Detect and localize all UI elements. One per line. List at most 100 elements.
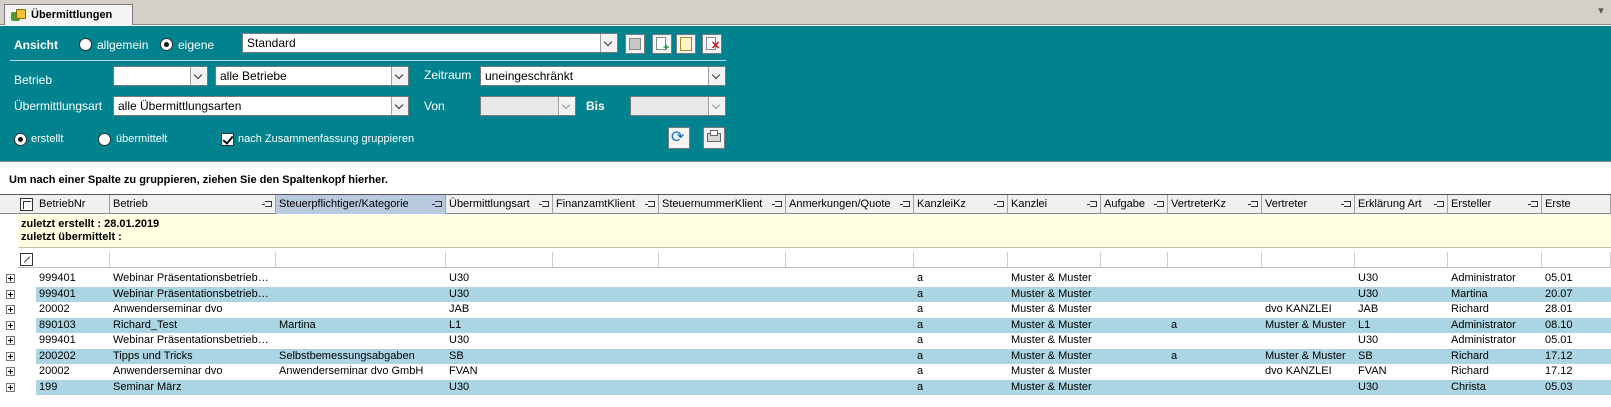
radio-erstellt[interactable] bbox=[14, 133, 27, 146]
view-select[interactable]: Standard bbox=[242, 33, 618, 53]
column-header[interactable]: SteuernummerKlient bbox=[659, 195, 786, 214]
column-header[interactable]: Übermittlungsart bbox=[446, 195, 553, 214]
pin-icon[interactable] bbox=[1528, 201, 1538, 207]
table-row[interactable]: 200202 Tipps und Tricks Selbstbemessungsab… bbox=[0, 348, 1611, 364]
betrieb-code-select[interactable] bbox=[113, 66, 208, 86]
table-row[interactable]: 999401 Webinar Präsentationsbetrieb… U30 a M… bbox=[0, 333, 1611, 349]
table-row[interactable]: 999401 Webinar Präsentationsbetrieb… U30 a M… bbox=[0, 271, 1611, 287]
von-date-select[interactable] bbox=[480, 96, 576, 116]
filter-cell[interactable] bbox=[914, 252, 1008, 267]
filter-cell[interactable] bbox=[1448, 252, 1542, 267]
filter-cell[interactable] bbox=[553, 252, 659, 267]
filter-cell[interactable] bbox=[110, 252, 276, 267]
filter-cell[interactable] bbox=[659, 252, 786, 267]
radio-allgemein-label[interactable]: allgemein bbox=[97, 38, 148, 52]
refresh-icon: ⟳ bbox=[671, 129, 685, 146]
save-view-button[interactable] bbox=[625, 34, 645, 54]
table-row[interactable]: 199 Seminar März U30 a Muster & Muster U30 Chr… bbox=[0, 379, 1611, 395]
radio-uebermittelt-label[interactable]: übermittelt bbox=[116, 133, 167, 145]
expand-icon[interactable] bbox=[6, 289, 15, 299]
group-by-area[interactable]: Um nach einer Spalte zu gruppieren, zieh… bbox=[0, 161, 1611, 194]
column-header[interactable]: Steuerpflichtiger/Kategorie bbox=[276, 195, 446, 214]
column-chooser-icon[interactable] bbox=[20, 198, 33, 211]
column-header[interactable]: Aufgabe bbox=[1101, 195, 1168, 214]
print-button[interactable] bbox=[703, 127, 725, 149]
chevron-down-icon[interactable] bbox=[391, 97, 408, 115]
gruppieren-checkbox[interactable] bbox=[221, 133, 234, 146]
expand-icon[interactable] bbox=[6, 305, 15, 314]
column-header[interactable]: KanzleiKz bbox=[914, 195, 1008, 214]
column-header[interactable]: Kanzlei bbox=[1008, 195, 1101, 214]
pin-icon[interactable] bbox=[1154, 201, 1164, 207]
filter-cell[interactable] bbox=[1355, 252, 1448, 267]
table-cell bbox=[553, 287, 659, 302]
expand-icon[interactable] bbox=[6, 336, 15, 345]
radio-allgemein[interactable] bbox=[79, 38, 92, 51]
expand-icon[interactable] bbox=[6, 274, 15, 283]
filter-cell[interactable] bbox=[1542, 252, 1611, 267]
filter-cell[interactable] bbox=[786, 252, 914, 267]
expand-icon[interactable] bbox=[6, 367, 15, 376]
new-view-button[interactable]: + bbox=[652, 34, 672, 54]
table-cell bbox=[553, 349, 659, 364]
uebermittlungsart-select[interactable]: alle Übermittlungsarten bbox=[113, 96, 409, 116]
pin-icon[interactable] bbox=[1248, 201, 1258, 207]
table-row[interactable]: 890103 Richard_Test Martina L1 a Muster & Mus… bbox=[0, 317, 1611, 333]
column-header[interactable]: BetriebNr bbox=[36, 195, 110, 214]
table-row[interactable]: 20002 Anwenderseminar dvo JAB a Muster & Mus… bbox=[0, 302, 1611, 318]
pin-icon[interactable] bbox=[262, 201, 272, 207]
radio-erstellt-label[interactable]: erstellt bbox=[31, 133, 63, 145]
expand-icon[interactable] bbox=[6, 320, 15, 330]
refresh-button[interactable]: ⟳ bbox=[668, 127, 690, 149]
tab-uebermittlungen[interactable]: Übermittlungen bbox=[4, 4, 133, 25]
chevron-down-icon[interactable] bbox=[708, 97, 725, 115]
tab-strip: Übermittlungen ▾ bbox=[0, 0, 1611, 25]
chevron-down-icon[interactable] bbox=[708, 67, 725, 85]
filter-cell[interactable] bbox=[276, 252, 446, 267]
column-header[interactable]: Erste bbox=[1542, 195, 1611, 214]
filter-cell[interactable] bbox=[1008, 252, 1101, 267]
pin-icon[interactable] bbox=[1087, 201, 1097, 207]
filter-cell[interactable] bbox=[446, 252, 553, 267]
column-header[interactable]: Vertreter bbox=[1262, 195, 1355, 214]
copy-view-button[interactable] bbox=[676, 34, 696, 54]
table-cell bbox=[1101, 318, 1168, 333]
chevron-down-icon[interactable] bbox=[190, 67, 207, 85]
filter-cell[interactable] bbox=[36, 252, 110, 267]
filter-row[interactable] bbox=[18, 252, 1611, 268]
pin-icon[interactable] bbox=[772, 201, 782, 207]
column-header[interactable]: VertreterKz bbox=[1168, 195, 1262, 214]
pin-icon[interactable] bbox=[994, 201, 1004, 207]
table-row[interactable]: 20002 Anwenderseminar dvo Anwenderseminar … bbox=[0, 364, 1611, 380]
filter-cell[interactable] bbox=[1262, 252, 1355, 267]
table-cell bbox=[1168, 287, 1262, 302]
column-header[interactable]: Betrieb bbox=[110, 195, 276, 214]
column-header[interactable]: Anmerkungen/Quote bbox=[786, 195, 914, 214]
chevron-down-icon[interactable] bbox=[600, 34, 617, 52]
pin-icon[interactable] bbox=[645, 201, 655, 207]
bis-date-select[interactable] bbox=[630, 96, 726, 116]
chevron-down-icon[interactable] bbox=[391, 67, 408, 85]
column-header[interactable]: FinanzamtKlient bbox=[553, 195, 659, 214]
pin-icon[interactable] bbox=[900, 201, 910, 207]
radio-eigene-label[interactable]: eigene bbox=[178, 38, 214, 52]
close-icon[interactable]: ▾ bbox=[1595, 5, 1607, 17]
table-row[interactable]: 999401 Webinar Präsentationsbetrieb… U30 a M… bbox=[0, 286, 1611, 302]
delete-view-button[interactable]: ✕ bbox=[702, 34, 722, 54]
radio-uebermittelt[interactable] bbox=[98, 133, 111, 146]
pin-icon[interactable] bbox=[539, 201, 549, 207]
chevron-down-icon[interactable] bbox=[558, 97, 575, 115]
betrieb-select[interactable]: alle Betriebe bbox=[215, 66, 409, 86]
filter-cell[interactable] bbox=[1101, 252, 1168, 267]
column-header[interactable]: Erklärung Art bbox=[1355, 195, 1448, 214]
pin-icon[interactable] bbox=[432, 201, 442, 207]
pin-icon[interactable] bbox=[1434, 201, 1444, 207]
filter-cell[interactable] bbox=[1168, 252, 1262, 267]
column-header[interactable]: Ersteller bbox=[1448, 195, 1542, 214]
radio-eigene[interactable] bbox=[160, 38, 173, 51]
expand-icon[interactable] bbox=[6, 351, 15, 361]
pin-icon[interactable] bbox=[1341, 201, 1351, 207]
expand-icon[interactable] bbox=[6, 382, 15, 392]
gruppieren-label[interactable]: nach Zusammenfassung gruppieren bbox=[238, 133, 414, 145]
zeitraum-select[interactable]: uneingeschränkt bbox=[480, 66, 726, 86]
